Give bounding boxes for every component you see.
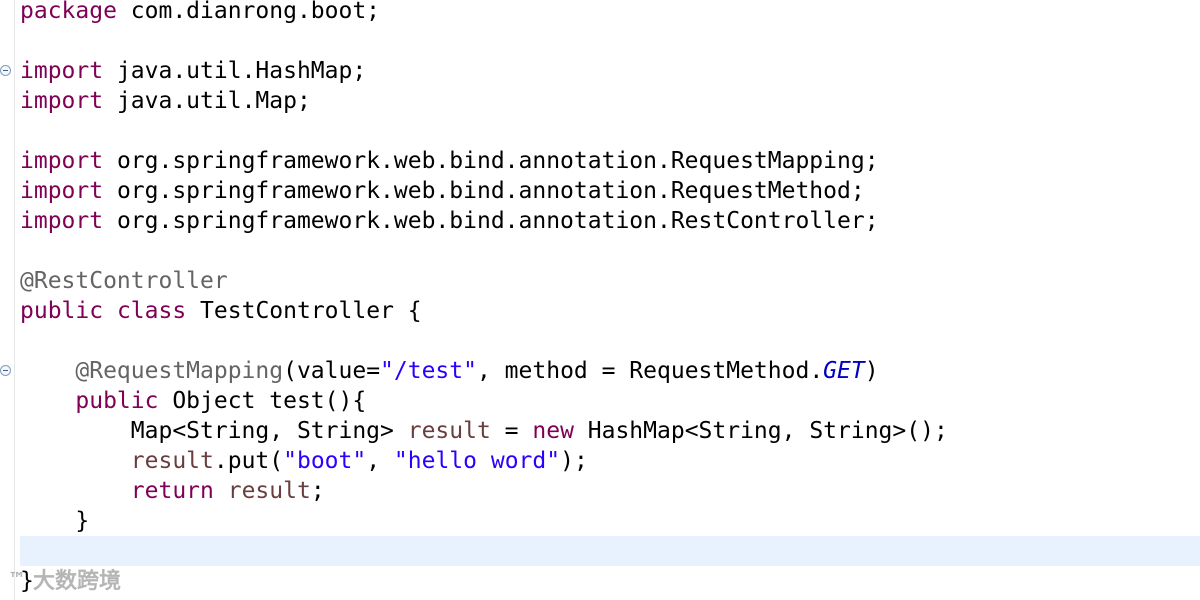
keyword: public (75, 388, 159, 414)
code-line-16: result.put("boot", "hello word"); (20, 446, 588, 476)
local-variable: result (227, 478, 311, 504)
code-line-3: import java.util.HashMap; (20, 56, 366, 86)
annotation: @RestController (20, 268, 228, 294)
code-line-7: import org.springframework.web.bind.anno… (20, 176, 865, 206)
code-text: org.springframework.web.bind.annotation.… (103, 208, 879, 234)
code-line-6: import org.springframework.web.bind.anno… (20, 146, 879, 176)
keyword: import (20, 178, 104, 204)
code-text: } (20, 508, 90, 534)
keyword: package (20, 0, 117, 24)
code-text: com.dianrong.boot; (116, 0, 381, 24)
code-line-8: import org.springframework.web.bind.anno… (20, 206, 879, 236)
code-text: Object test(){ (158, 388, 367, 414)
code-text: java.util.HashMap; (103, 58, 367, 84)
keyword: return (130, 478, 214, 504)
keyword: import (20, 208, 104, 234)
code-line-1: package com.dianrong.boot; (20, 0, 380, 26)
code-text: ; (310, 478, 325, 504)
local-variable: result (407, 418, 491, 444)
code-text: ) (864, 358, 879, 384)
current-line-highlight (20, 536, 1200, 566)
watermark-text: 大数跨境 (33, 569, 122, 594)
code-text: java.util.Map; (103, 88, 311, 114)
keyword: import (20, 88, 104, 114)
code-editor[interactable]: package com.dianrong.boot; import java.u… (0, 0, 1200, 600)
enum-constant: GET (823, 358, 865, 384)
fold-method-icon[interactable] (0, 365, 11, 376)
watermark: ™ 大数跨境 (8, 564, 122, 595)
code-text: HashMap<String, String>(); (573, 418, 948, 444)
code-line-18: } (20, 506, 89, 536)
code-line-17: return result; (20, 476, 325, 506)
keyword: public (20, 298, 104, 324)
code-text: org.springframework.web.bind.annotation.… (103, 178, 865, 204)
annotation: @RequestMapping (75, 358, 284, 384)
local-variable: result (130, 448, 214, 474)
code-text: (value= (283, 358, 381, 384)
code-line-13: @RequestMapping(value="/test", method = … (20, 356, 879, 386)
string-literal: "boot" (283, 448, 367, 474)
string-literal: "/test" (380, 358, 477, 384)
string-literal: "hello word" (393, 448, 561, 474)
code-line-10: @RestController (20, 266, 228, 296)
keyword: import (20, 148, 104, 174)
code-text: ); (560, 448, 588, 474)
editor-gutter (14, 0, 15, 600)
keyword: class (116, 298, 187, 324)
code-text: .put( (213, 448, 284, 474)
code-line-4: import java.util.Map; (20, 86, 311, 116)
keyword: new (532, 418, 574, 444)
watermark-logo-icon: ™ (8, 568, 26, 590)
code-text: Map<String, String> (130, 418, 408, 444)
code-text: , (366, 448, 394, 474)
code-line-14: public Object test(){ (20, 386, 366, 416)
code-line-15: Map<String, String> result = new HashMap… (20, 416, 948, 446)
code-line-11: public class TestController { (20, 296, 422, 326)
fold-import-icon[interactable] (0, 65, 11, 76)
code-text: TestController { (186, 298, 422, 324)
code-text: = (490, 418, 533, 444)
code-text: , method = RequestMethod. (476, 358, 824, 384)
keyword: import (20, 58, 104, 84)
code-text: org.springframework.web.bind.annotation.… (103, 148, 879, 174)
